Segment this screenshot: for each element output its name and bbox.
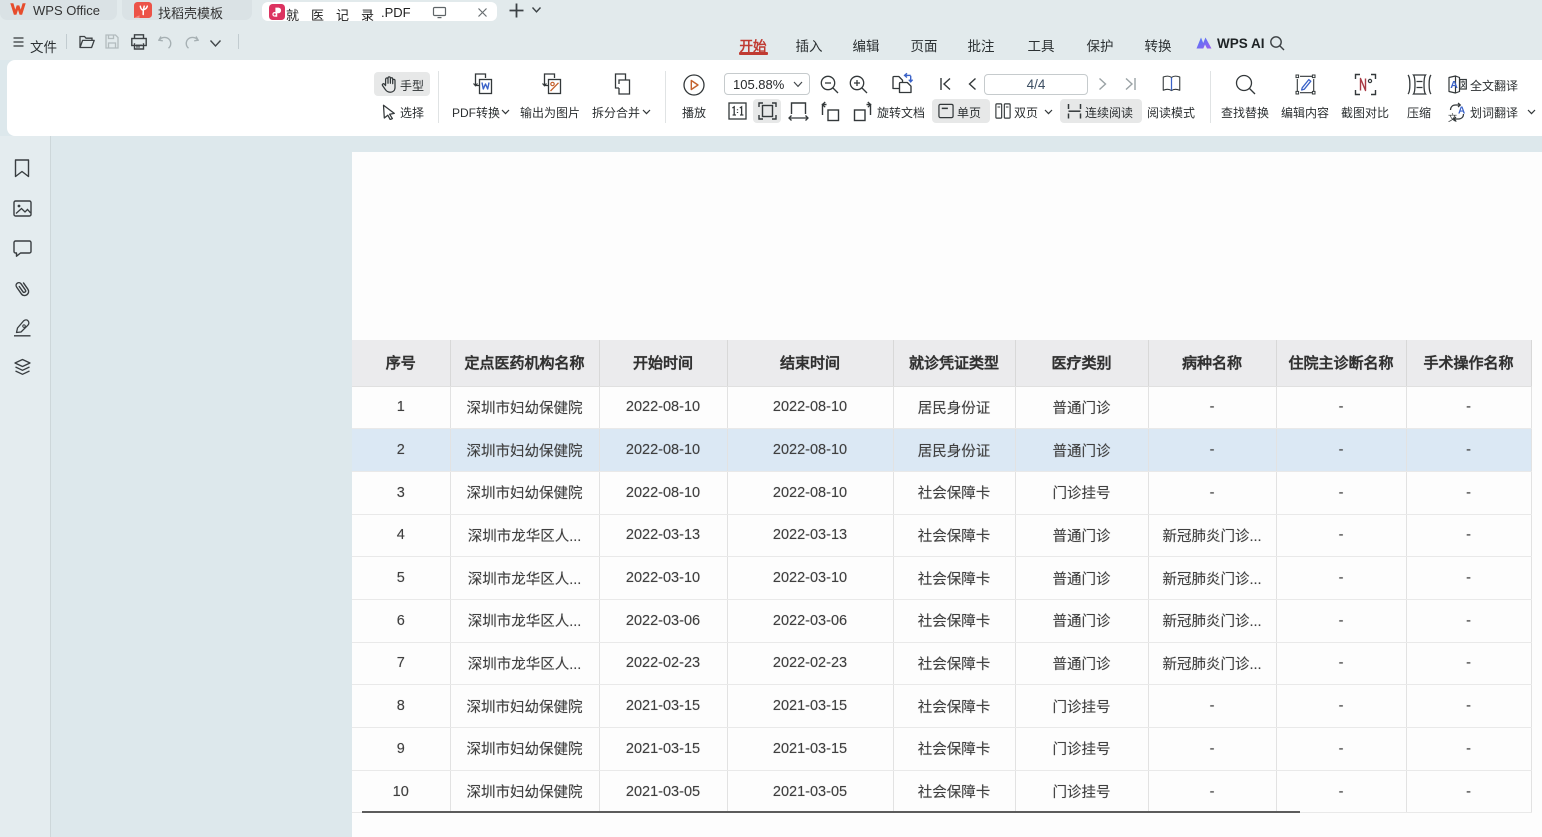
svg-text:A: A xyxy=(1458,106,1465,117)
svg-text:A: A xyxy=(1450,79,1458,91)
svg-text:文: 文 xyxy=(1448,112,1457,122)
